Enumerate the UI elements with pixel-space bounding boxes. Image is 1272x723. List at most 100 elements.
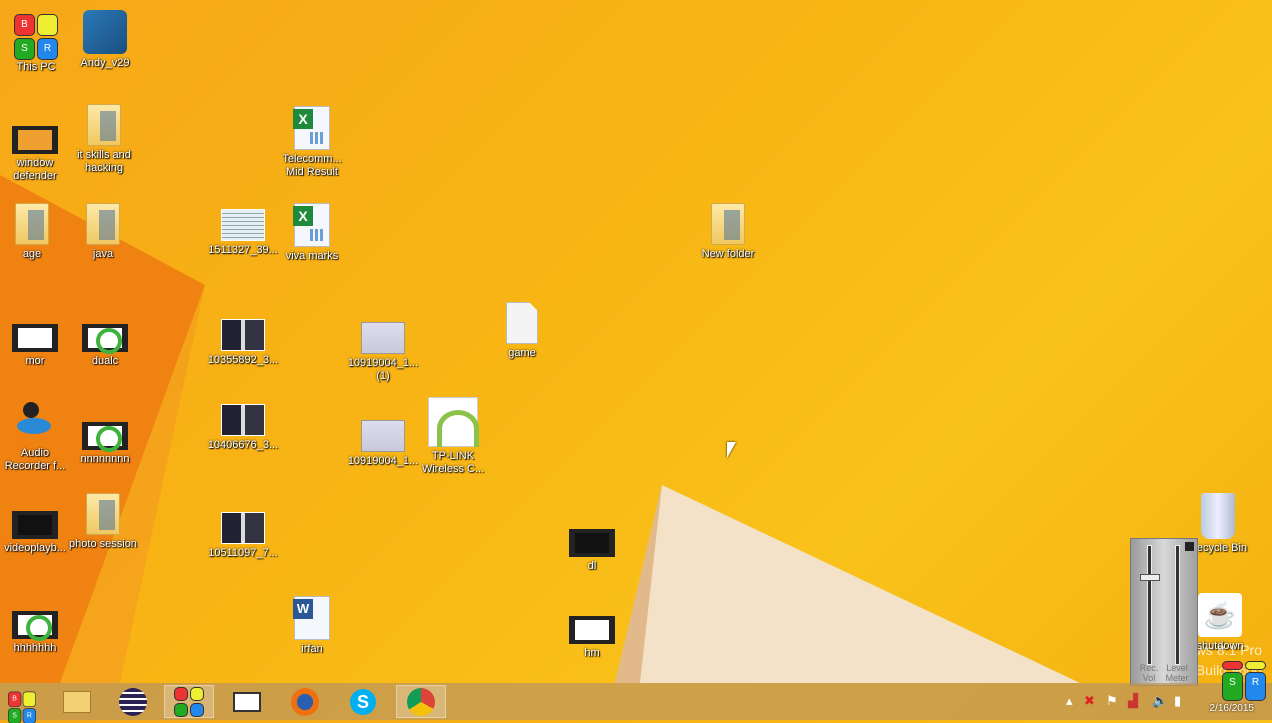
rec-vol-thumb[interactable] bbox=[1140, 573, 1160, 581]
desktop-icon[interactable]: window defender bbox=[0, 118, 71, 183]
desktop-icon[interactable]: 10406676_3... bbox=[207, 398, 279, 452]
eclipse-icon bbox=[119, 687, 147, 716]
desktop-icon-label: 1511327_39... bbox=[208, 244, 278, 256]
desktop-icon-label: 10355892_3... bbox=[207, 354, 279, 366]
mouse-cursor-icon bbox=[727, 442, 736, 458]
action-center-flag-icon[interactable]: ⚑ bbox=[1106, 693, 1118, 709]
desktop-icon[interactable]: viva marks bbox=[276, 203, 348, 263]
wifi-icon bbox=[428, 397, 479, 447]
taskbar-firefox[interactable] bbox=[280, 685, 330, 718]
desktop-icon-label: dl bbox=[587, 560, 597, 572]
photo-icon bbox=[361, 322, 405, 354]
desktop-icon[interactable]: New folder bbox=[692, 203, 764, 261]
skype-icon: S bbox=[350, 688, 376, 715]
desktop-icon[interactable]: 10355892_3... bbox=[207, 313, 279, 367]
desktop-icon[interactable]: videoplayb... bbox=[0, 503, 71, 555]
firefox-icon bbox=[291, 687, 319, 716]
mic-icon bbox=[13, 400, 57, 444]
video-icon bbox=[569, 529, 615, 557]
start-button[interactable]: BSR bbox=[0, 685, 44, 723]
desktop-icon-label: Telecomm... Mid Result bbox=[282, 153, 342, 178]
desktop-icon-label: dualc bbox=[91, 355, 119, 367]
network-error-icon[interactable]: ✖ bbox=[1084, 693, 1095, 709]
folder-icon bbox=[86, 493, 120, 535]
desktop-icon[interactable]: photo session bbox=[67, 493, 139, 551]
desktop-icon[interactable]: Audio Recorder f... bbox=[0, 400, 71, 473]
desktop-icon-label: Andy_v29 bbox=[80, 57, 130, 69]
video-icon bbox=[82, 422, 128, 452]
taskbar-eclipse[interactable] bbox=[108, 685, 158, 718]
volume-icon[interactable]: 🔈 bbox=[1152, 693, 1168, 709]
java-icon: ☕ bbox=[1198, 593, 1242, 637]
book-icon bbox=[233, 691, 261, 712]
close-icon[interactable] bbox=[1185, 542, 1194, 551]
taskbar-bsr-recorder[interactable] bbox=[164, 685, 214, 718]
desktop-icon[interactable]: TP-LINK Wireless C... bbox=[417, 397, 489, 476]
folder-icon bbox=[86, 203, 120, 245]
desktop-icon-label: nnnnnnnn bbox=[80, 453, 130, 465]
folder-icon bbox=[15, 203, 49, 245]
desktop-icon[interactable]: hm bbox=[556, 608, 628, 660]
taskbar-file-explorer[interactable] bbox=[52, 685, 102, 718]
desktop-icon-label: videoplayb... bbox=[4, 542, 66, 554]
taskbar-chrome[interactable] bbox=[396, 685, 446, 718]
desktop-icon[interactable]: mor bbox=[0, 316, 71, 368]
desktop-icon[interactable]: 10919004_1... (1) bbox=[347, 316, 419, 383]
video-icon bbox=[82, 324, 128, 354]
desktop-icon-label: window defender bbox=[13, 157, 57, 182]
desktop-icon-label: viva marks bbox=[285, 250, 339, 262]
desktop-icon-label: hm bbox=[584, 647, 600, 659]
desktop-icon[interactable]: Telecomm... Mid Result bbox=[276, 106, 348, 179]
desktop-icon[interactable]: age bbox=[0, 203, 68, 261]
rec-vol-label: Rec. Vol bbox=[1139, 663, 1159, 683]
desktop-icon[interactable]: irfan bbox=[276, 596, 348, 656]
desktop-icon[interactable]: 10511097_7... bbox=[207, 506, 279, 560]
photo-icon bbox=[221, 209, 265, 241]
desktop-icon[interactable]: Andy_v29 bbox=[69, 10, 141, 70]
desktop-icon[interactable]: B S R This PC bbox=[0, 14, 72, 74]
desktop-icon[interactable]: dl bbox=[556, 521, 628, 573]
bsr-tray-icon[interactable]: SR bbox=[1222, 661, 1266, 701]
desktop-icon-label: age bbox=[22, 248, 42, 260]
level-meter-label: Level Meter bbox=[1165, 663, 1189, 683]
desktop-icon[interactable]: it skills and hacking bbox=[68, 104, 140, 175]
desktop-icon[interactable]: dualc bbox=[69, 316, 141, 368]
desktop-icon-label: hhhhhhh bbox=[13, 642, 57, 654]
word-icon bbox=[293, 596, 330, 640]
folder-icon bbox=[87, 104, 121, 146]
photo-icon bbox=[221, 319, 265, 351]
bsr-icon bbox=[174, 686, 204, 717]
chrome-icon bbox=[407, 687, 435, 716]
desktop-icon-label: 10919004_1... (1) bbox=[347, 357, 419, 382]
desktop-icon-label: it skills and hacking bbox=[77, 149, 131, 174]
desktop-icon[interactable]: java bbox=[67, 203, 139, 261]
desktop-icon-label: 10406676_3... bbox=[207, 439, 279, 451]
desktop-icon-label: New folder bbox=[701, 248, 755, 260]
folder-icon bbox=[711, 203, 745, 245]
photo-icon bbox=[361, 420, 405, 452]
power-icon[interactable]: ▮ bbox=[1174, 693, 1181, 709]
photo-icon bbox=[221, 404, 265, 436]
desktop-icon[interactable]: game bbox=[486, 302, 558, 360]
desktop-icon-label: irfan bbox=[301, 643, 323, 655]
desktop-icon-label: mor bbox=[25, 355, 45, 367]
desktop-icon[interactable]: 1511327_39... bbox=[207, 203, 279, 257]
taskbar-reader[interactable] bbox=[222, 685, 272, 718]
desktop-icon-label: 10511097_7... bbox=[208, 547, 278, 559]
taskbar: BSR S ▴ ✖ ⚑ ▟ 🔈 ▮ SR 2/16/2015 bbox=[0, 661, 1272, 723]
desktop-icon[interactable]: 10919004_1... bbox=[347, 414, 419, 468]
excel-icon bbox=[293, 106, 330, 150]
bin-icon bbox=[1201, 493, 1235, 539]
start-icon: BSR bbox=[8, 691, 36, 723]
bsr-icon: BSR bbox=[14, 14, 58, 60]
taskbar-skype[interactable]: S bbox=[338, 685, 388, 718]
desktop-icon[interactable]: nnnnnnnn bbox=[69, 414, 141, 466]
show-hidden-icons[interactable]: ▴ bbox=[1066, 693, 1073, 709]
clock-date[interactable]: 2/16/2015 bbox=[1210, 703, 1255, 714]
rec-vol-slider[interactable] bbox=[1140, 545, 1160, 665]
desktop-icon-label: game bbox=[508, 347, 536, 359]
desktop-icon[interactable]: hhhhhhh bbox=[0, 603, 71, 655]
desktop-icon-label: java bbox=[92, 248, 114, 260]
network-icon[interactable]: ▟ bbox=[1128, 693, 1138, 709]
video-icon bbox=[12, 324, 58, 352]
